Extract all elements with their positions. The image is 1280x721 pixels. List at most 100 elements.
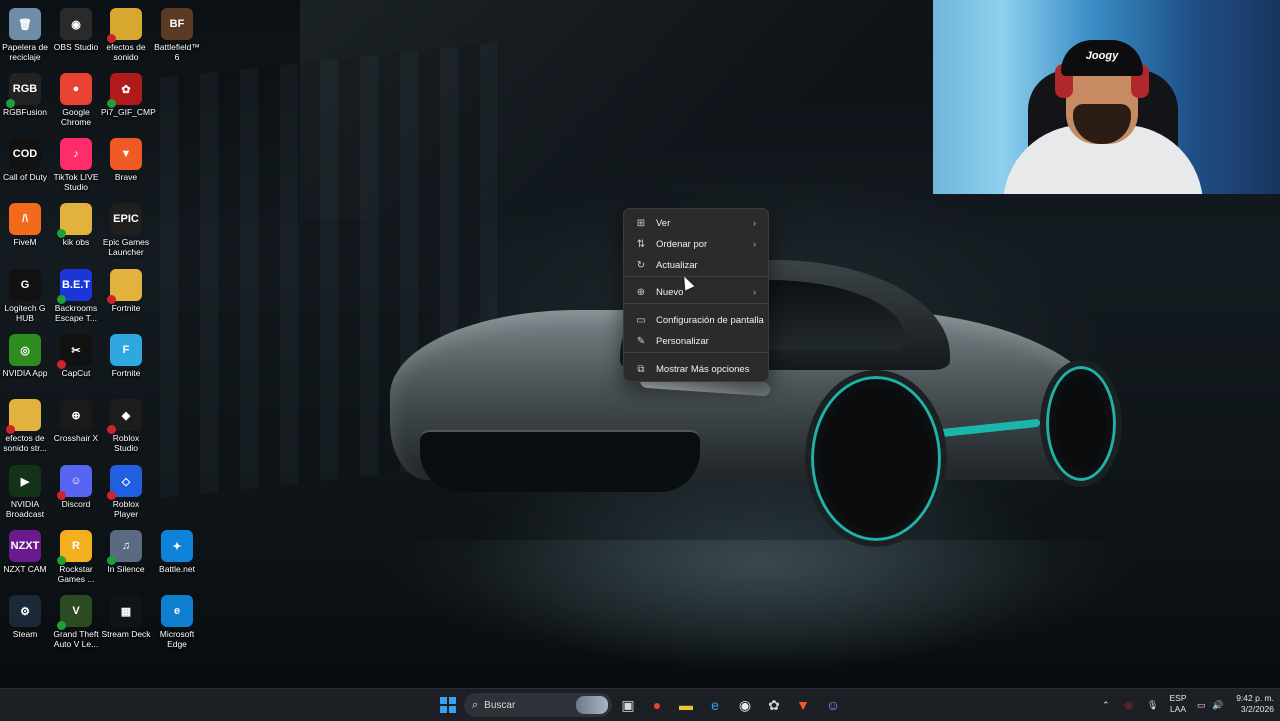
desktop-icon[interactable]: V Grand Theft Auto V Le...: [51, 590, 101, 649]
desktop-icon[interactable]: ✦ Battle.net: [152, 525, 202, 574]
language-indicator[interactable]: ESP LAA: [1167, 693, 1189, 715]
start-button[interactable]: [436, 694, 460, 716]
desktop-icon[interactable]: ⊕ Crosshair X: [51, 394, 101, 443]
taskbar-app-button[interactable]: ▼: [791, 694, 815, 716]
refresh-icon: ↻: [636, 259, 646, 271]
sync-ok-badge-icon: [57, 556, 66, 565]
desktop-icon-label: Brave: [114, 172, 138, 182]
desktop-icon[interactable]: ◎ NVIDIA App: [0, 329, 50, 378]
desktop-icon[interactable]: ◇ Roblox Player: [101, 460, 151, 519]
icon-glyph: R: [72, 540, 80, 552]
taskbar-app-button[interactable]: ▬: [674, 694, 698, 716]
car-rear-wheel: [1040, 360, 1122, 487]
sync-ok-badge-icon: [107, 556, 116, 565]
desktop-icon[interactable]: ✂ CapCut: [51, 329, 101, 378]
tiktok-icon: ♪: [60, 138, 92, 170]
taskbar-app-button[interactable]: ◉: [733, 694, 757, 716]
sync-ok-badge-icon: [57, 621, 66, 630]
system-clock[interactable]: 9:42 p. m. 3/2/2026: [1228, 693, 1274, 715]
desktop-icon[interactable]: ⚙ Steam: [0, 590, 50, 639]
desktop-icon[interactable]: G Logitech G HUB: [0, 264, 50, 323]
desktop-icon[interactable]: ● Google Chrome: [51, 68, 101, 127]
context-menu-item-label: Nuevo: [656, 286, 684, 298]
desktop-icon[interactable]: ◉ OBS Studio: [51, 3, 101, 52]
context-menu-item[interactable]: ⧉ Mostrar Más opciones: [628, 359, 764, 379]
taskbar-app-button[interactable]: e: [703, 694, 727, 716]
sync-error-badge-icon: [107, 425, 116, 434]
search-icon: ⌕: [472, 698, 479, 711]
icon-glyph: EPIC: [113, 213, 139, 225]
desktop-icon[interactable]: e Microsoft Edge: [152, 590, 202, 649]
steam-icon: ⚙: [9, 595, 41, 627]
chevron-right-icon: ›: [753, 218, 756, 228]
desktop-icon[interactable]: /\ FiveM: [0, 198, 50, 247]
context-menu-item-label: Configuración de pantalla: [656, 314, 764, 326]
tray-overflow-chevron[interactable]: ⌃: [1102, 689, 1110, 721]
desktop-icon[interactable]: ▼ Brave: [101, 133, 151, 182]
icon-glyph: NZXT: [10, 540, 40, 552]
stream-deck-icon: ▦: [110, 595, 142, 627]
desktop-icon[interactable]: BF Battlefield™ 6: [152, 3, 202, 62]
icon-glyph: 🗑: [18, 18, 32, 31]
desktop-icon[interactable]: ♪ TikTok LIVE Studio: [51, 133, 101, 192]
context-menu-item[interactable]: ⊕ Nuevo ›: [628, 282, 764, 302]
desktop-icon[interactable]: ♫ In Silence: [101, 525, 151, 574]
taskbar-app-button[interactable]: ●: [645, 694, 669, 716]
icon-glyph: ✂: [71, 344, 81, 357]
desktop-icon[interactable]: EPIC Epic Games Launcher: [101, 198, 151, 257]
recycle-bin-icon: 🗑: [9, 8, 41, 40]
obs-icon: ◉: [738, 696, 752, 713]
desktop-icon[interactable]: ☺ Discord: [51, 460, 101, 509]
context-menu-item[interactable]: ✎ Personalizar: [628, 331, 764, 351]
chevron-up-icon: ⌃: [1102, 699, 1110, 710]
microphone-button[interactable]: 🎙: [1147, 689, 1158, 721]
desktop-icon[interactable]: ▦ Stream Deck: [101, 590, 151, 639]
tray-app-icon[interactable]: ◎: [1125, 689, 1133, 721]
crosshair-icon: ⊕: [60, 399, 92, 431]
desktop-icon[interactable]: 🗑 Papelera de reciclaje: [0, 3, 50, 62]
icon-glyph: ⊕: [71, 409, 81, 422]
context-menu-item[interactable]: ▭ Configuración de pantalla: [628, 310, 764, 330]
network-button[interactable]: ▭: [1197, 689, 1206, 721]
folder-icon: [57, 203, 92, 238]
chrome-icon: ●: [60, 73, 92, 105]
desktop-icon[interactable]: R Rockstar Games ...: [51, 525, 101, 584]
desktop-icon[interactable]: B.E.T Backrooms Escape T...: [51, 264, 101, 323]
desktop-icon[interactable]: NZXT NZXT CAM: [0, 525, 50, 574]
desktop-icon[interactable]: ◆ Roblox Studio: [101, 394, 151, 453]
desktop-icon[interactable]: efectos de sonido str...: [0, 394, 50, 453]
desktop-icon-label: OBS Studio: [53, 42, 99, 52]
icon-glyph: ◇: [121, 475, 131, 488]
icon-glyph: e: [173, 605, 181, 617]
desktop-icon-label: Fortnite: [111, 368, 141, 378]
desktop-icon[interactable]: RGB RGBFusion: [0, 68, 50, 117]
context-menu-item-label: Ver: [656, 217, 671, 229]
call-of-duty-icon: COD: [9, 138, 41, 170]
context-menu-item[interactable]: ⇅ Ordenar por ›: [628, 234, 764, 254]
desktop-icon[interactable]: COD Call of Duty: [0, 133, 50, 182]
desktop-icon-label: efectos de sonido str...: [3, 433, 47, 453]
desktop-icon-label: Pi7_GIF_CMP: [101, 107, 156, 117]
desktop-icon-label: Papelera de reciclaje: [2, 42, 48, 62]
edge-icon: e: [161, 595, 193, 627]
taskbar-app-button[interactable]: ✿: [762, 694, 786, 716]
context-menu-item[interactable]: ⊞ Ver ›: [628, 213, 764, 233]
desktop-icon[interactable]: efectos de sonido: [101, 3, 151, 62]
chrome-icon: ●: [652, 697, 662, 713]
grid-icon: ⊞: [636, 217, 646, 229]
volume-button[interactable]: 🔊: [1212, 689, 1223, 721]
desktop-icon[interactable]: F Fortnite: [101, 329, 151, 378]
desktop-icon[interactable]: kik obs: [51, 198, 101, 247]
backrooms-icon: B.E.T: [57, 269, 92, 304]
desktop-icon[interactable]: ✿ Pi7_GIF_CMP: [101, 68, 156, 117]
taskbar-app-button[interactable]: ▣: [616, 694, 640, 716]
taskbar-app-button[interactable]: ☺: [821, 694, 845, 716]
sync-error-badge-icon: [107, 295, 116, 304]
logitech-icon: G: [9, 269, 41, 301]
context-menu-separator: [624, 303, 768, 304]
sort-icon: ⇅: [636, 238, 646, 250]
taskbar-search-box[interactable]: ⌕ Buscar: [464, 693, 612, 717]
context-menu-item[interactable]: ↻ Actualizar: [628, 255, 764, 275]
desktop-icon[interactable]: Fortnite: [101, 264, 151, 313]
desktop-icon[interactable]: ▶ NVIDIA Broadcast: [0, 460, 50, 519]
